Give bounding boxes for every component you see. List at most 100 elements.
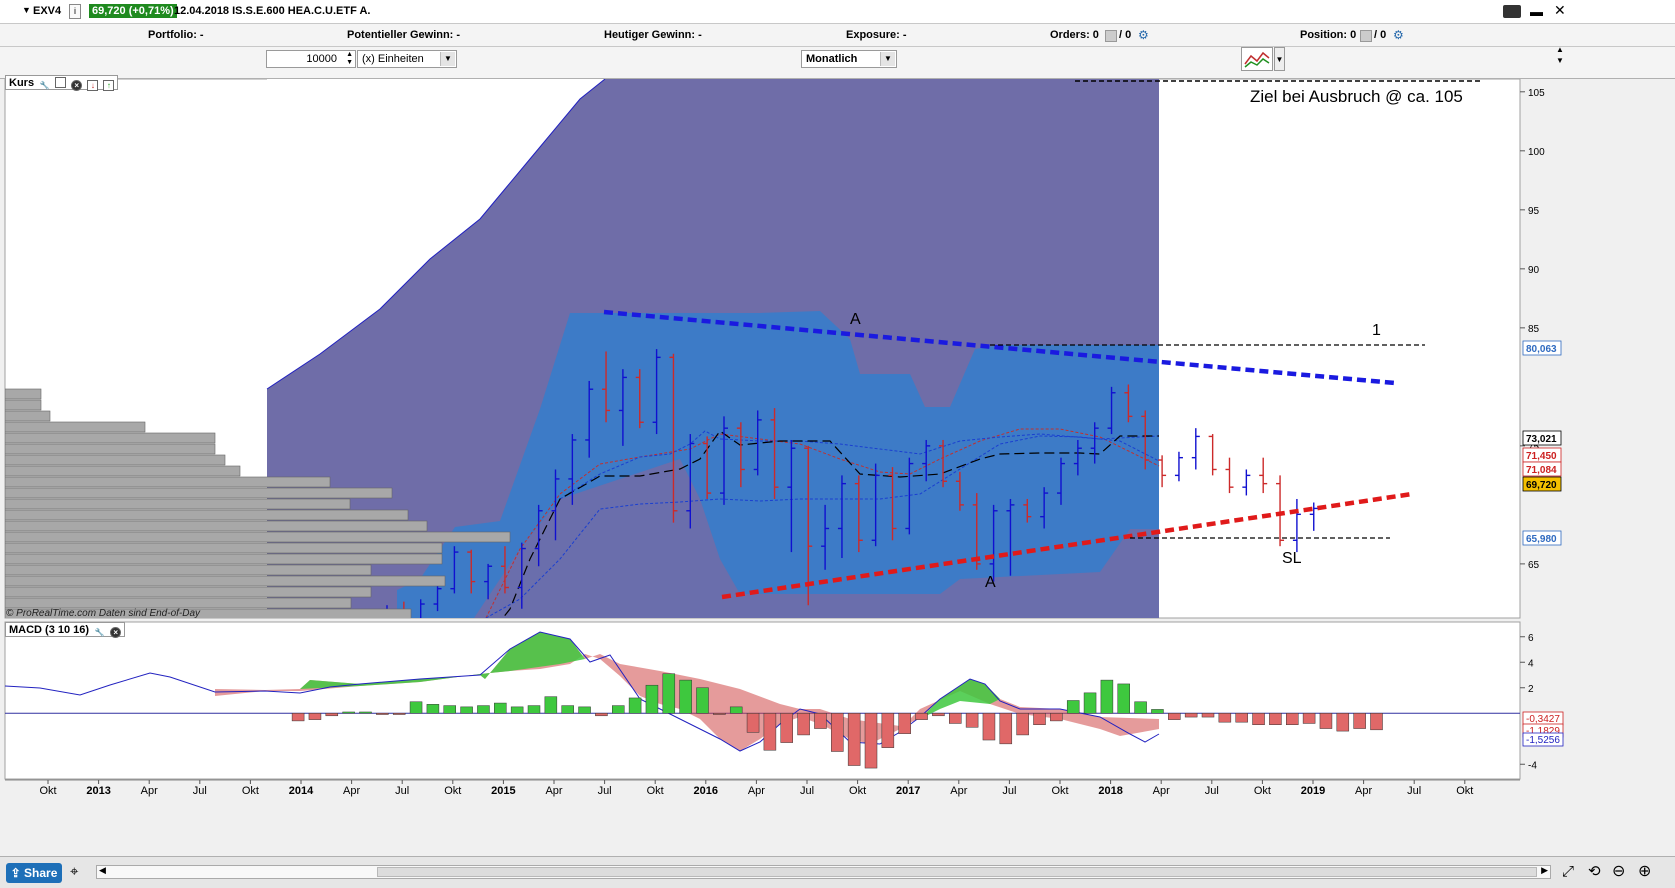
macd-histogram-bar xyxy=(1286,713,1299,725)
volume-profile-bar xyxy=(5,575,446,587)
point-a-bottom: A xyxy=(985,574,996,591)
quantity-stepper-icon[interactable]: ▲ ▼ xyxy=(346,51,353,67)
position-gear-icon[interactable]: ⚙ xyxy=(1393,28,1404,42)
move-down-icon[interactable]: ↓ xyxy=(87,80,99,91)
macd-panel-tab[interactable]: MACD (3 10 16) 🔧 × xyxy=(5,622,126,639)
macd-histogram-bar xyxy=(1252,713,1265,725)
chevron-down-icon: ▼ xyxy=(880,52,895,66)
volume-profile-bar xyxy=(5,476,331,488)
today-gain-label: Heutiger Gewinn: - xyxy=(604,29,702,41)
y-tick-label: 90 xyxy=(1528,265,1540,276)
macd-histogram-bar xyxy=(376,713,389,715)
value-box-text: 71,450 xyxy=(1526,451,1557,462)
zoom-out-icon[interactable]: ⊖ xyxy=(1612,861,1625,881)
y-tick-label: 85 xyxy=(1528,324,1540,335)
bottom-bar: ⇪ Share ⌖ ◀ ▶ ⤢ ⟲ ⊖ ⊕ xyxy=(0,856,1675,888)
point-one: 1 xyxy=(1372,322,1381,339)
period-select[interactable]: Monatlich ▼ xyxy=(801,50,897,68)
value-box-text: 71,084 xyxy=(1526,465,1557,476)
scroll-up-icon[interactable]: ▲ xyxy=(1556,45,1564,54)
y-tick-label: 100 xyxy=(1528,147,1545,158)
macd-histogram-bar xyxy=(595,713,608,717)
volume-profile-bar xyxy=(5,520,428,532)
macd-histogram-bar xyxy=(982,713,996,741)
macd-histogram-bar xyxy=(291,713,305,722)
volume-profile-bar xyxy=(5,421,146,433)
keyboard-icon[interactable] xyxy=(1503,5,1521,18)
wrench-icon[interactable]: 🔧 xyxy=(94,628,105,639)
window-icon[interactable] xyxy=(55,77,67,88)
macd-histogram-bar xyxy=(1218,713,1232,723)
orders-gear-icon[interactable]: ⚙ xyxy=(1138,28,1149,42)
macd-histogram-bar xyxy=(494,702,507,714)
symbol-dropdown-icon[interactable]: ▼ xyxy=(22,5,31,15)
macd-histogram-bar xyxy=(780,713,793,743)
position-box-icon[interactable] xyxy=(1360,30,1372,42)
macd-histogram-bar xyxy=(1184,713,1198,718)
macd-histogram-bar xyxy=(342,711,355,714)
volume-profile-bar xyxy=(5,498,351,510)
orders-total-label: / 0 xyxy=(1119,29,1132,41)
minimize-icon[interactable]: ▬ xyxy=(1530,4,1543,19)
price-value-box: 71,450 xyxy=(1522,447,1562,463)
close-icon[interactable]: × xyxy=(71,80,83,91)
x-tick-label: 2017 xyxy=(896,785,920,797)
quantity-input[interactable]: 10000 ▲ ▼ xyxy=(266,50,356,68)
horizontal-scrollbar[interactable]: ◀ ▶ xyxy=(96,865,1551,879)
price-value-box: 71,084 xyxy=(1522,461,1562,477)
orders-box-icon[interactable] xyxy=(1105,30,1117,42)
chart-type-icon xyxy=(1244,51,1270,68)
macd-histogram-bar xyxy=(932,713,945,717)
macd-histogram-bar xyxy=(359,711,372,714)
x-tick-label: Okt xyxy=(1051,785,1068,797)
macd-histogram-bar xyxy=(797,713,810,736)
x-tick-label: Okt xyxy=(1456,785,1473,797)
volume-profile-bar xyxy=(5,388,42,400)
volume-profile-bar xyxy=(5,553,443,565)
scroll-left-icon[interactable]: ◀ xyxy=(99,865,106,876)
macd-histogram-bar xyxy=(1269,713,1282,725)
x-tick-label: 2018 xyxy=(1098,785,1122,797)
macd-histogram-bar xyxy=(746,713,760,733)
share-button[interactable]: ⇪ Share xyxy=(6,863,62,883)
info-icon[interactable]: i xyxy=(69,4,81,19)
stop-loss-label: SL xyxy=(1282,550,1302,567)
x-tick-label: Jul xyxy=(1205,785,1219,797)
close-icon[interactable]: × xyxy=(110,627,122,638)
macd-histogram-bar xyxy=(1353,713,1366,729)
macd-histogram-bar xyxy=(1151,709,1164,714)
macd-histogram-bar xyxy=(1050,713,1063,722)
macd-histogram-bar xyxy=(1201,713,1215,718)
close-icon[interactable]: ✕ xyxy=(1554,2,1566,19)
volume-profile-bar xyxy=(5,399,42,411)
chart-type-dropdown-icon[interactable]: ▼ xyxy=(1274,47,1285,71)
macd-histogram-bar xyxy=(1083,692,1097,714)
scrollbar-thumb[interactable] xyxy=(377,867,1537,877)
scroll-down-icon[interactable]: ▼ xyxy=(1556,56,1564,65)
x-tick-label: Jul xyxy=(800,785,814,797)
macd-histogram-bar xyxy=(392,713,406,715)
macd-histogram-bar xyxy=(1033,713,1046,725)
zoom-reset-icon[interactable]: ⟲ xyxy=(1588,862,1601,880)
symbol-label[interactable]: EXV4 xyxy=(33,5,61,17)
macd-histogram-bar xyxy=(628,697,642,714)
wrench-icon[interactable]: 🔧 xyxy=(39,81,50,92)
exposure-label: Exposure: - xyxy=(846,29,907,41)
x-tick-label: Apr xyxy=(343,785,360,797)
scroll-right-icon[interactable]: ▶ xyxy=(1541,865,1548,876)
volume-profile-bar xyxy=(5,586,372,598)
move-up-icon[interactable]: ↑ xyxy=(103,80,115,91)
fit-icon[interactable]: ⤢ xyxy=(1562,863,1574,880)
crosshair-icon[interactable]: ⌖ xyxy=(70,863,78,880)
macd-histogram-bar xyxy=(898,713,911,734)
chart-type-button[interactable] xyxy=(1241,47,1273,71)
macd-histogram-bar xyxy=(426,704,440,714)
macd-histogram-bar xyxy=(409,701,423,714)
zoom-in-icon[interactable]: ⊕ xyxy=(1638,861,1651,881)
macd-histogram-bar xyxy=(965,713,979,728)
x-tick-label: 2019 xyxy=(1301,785,1325,797)
price-panel-tab[interactable]: Kurs 🔧 × ↓ ↑ xyxy=(5,75,119,92)
x-tick-label: Okt xyxy=(647,785,664,797)
volume-profile-bar xyxy=(5,432,216,444)
unit-select[interactable]: (x) Einheiten ▼ xyxy=(357,50,457,68)
